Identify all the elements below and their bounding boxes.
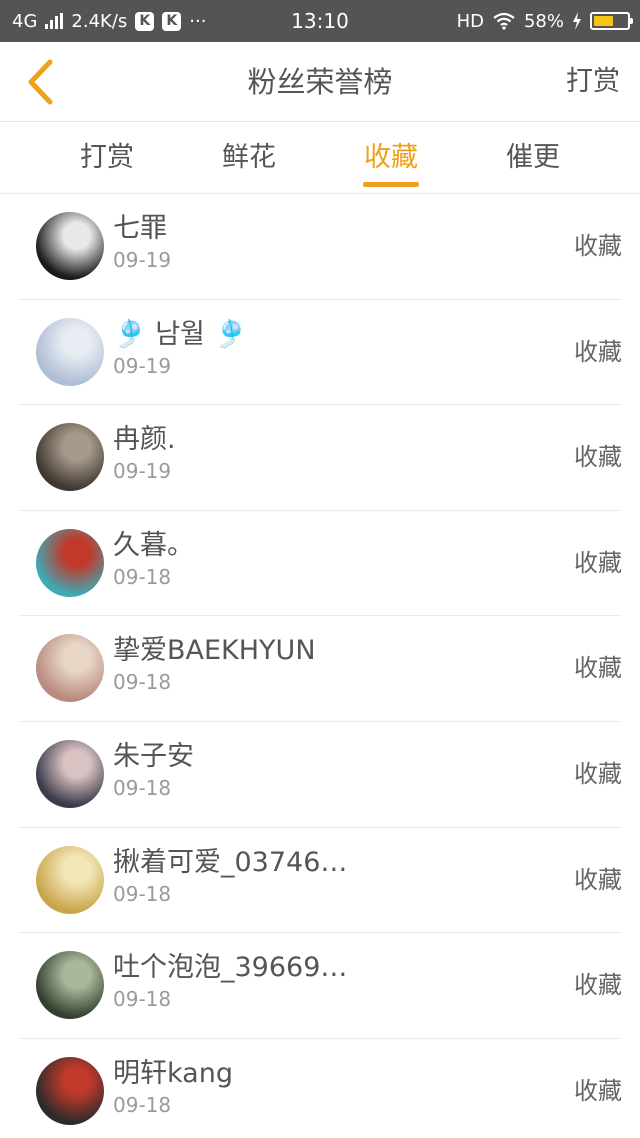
header: 粉丝荣誉榜 打赏 [0, 42, 640, 122]
action-label: 收藏 [574, 548, 622, 577]
action-label: 收藏 [574, 1076, 622, 1105]
reward-button[interactable]: 打赏 [566, 42, 620, 122]
more-notifications-icon: ··· [189, 10, 207, 32]
action-label: 收藏 [574, 865, 622, 894]
tab-label: 收藏 [364, 142, 418, 173]
action-label: 收藏 [574, 971, 622, 1000]
avatar[interactable] [36, 739, 104, 808]
status-right: HD 58% [456, 0, 633, 42]
action-label: 收藏 [574, 654, 622, 683]
date: 09-18 [113, 1092, 172, 1117]
date: 09-18 [113, 881, 172, 906]
user-name: 吐个泡泡_39669… [113, 952, 348, 984]
list-item[interactable]: 🎐 남월 🎐 09-19 收藏 [18, 300, 622, 406]
list-item[interactable]: 明轩kang 09-18 收藏 [18, 1039, 622, 1138]
date: 09-18 [113, 987, 172, 1012]
avatar[interactable] [36, 212, 104, 280]
avatar[interactable] [36, 1056, 104, 1125]
user-name: 明轩kang [113, 1057, 233, 1089]
network-speed: 2.4K/s [71, 10, 128, 32]
user-name: 🎐 남월 🎐 [113, 318, 248, 350]
date: 09-18 [113, 775, 172, 800]
status-bar: 4G 2.4K/s K K ··· 13:10 HD 58% [0, 0, 640, 42]
hd-indicator: HD [456, 10, 484, 32]
tab-urge-update[interactable]: 催更 [462, 122, 604, 193]
tab-reward[interactable]: 打赏 [36, 122, 178, 193]
tab-flowers[interactable]: 鲜花 [178, 122, 320, 193]
list-item[interactable]: 久暮。 09-18 收藏 [18, 511, 622, 617]
avatar[interactable] [36, 528, 104, 597]
user-name: 七罪 [113, 213, 167, 244]
battery-icon [590, 12, 633, 30]
tab-active-indicator [363, 182, 419, 187]
user-name: 久暮。 [113, 529, 194, 561]
list-item[interactable]: 揪着可爱_03746… 09-18 收藏 [18, 828, 622, 934]
tab-bar: 打赏 鲜花 收藏 催更 [0, 122, 640, 194]
avatar[interactable] [36, 317, 104, 386]
status-left: 4G 2.4K/s K K ··· [12, 0, 206, 42]
tab-label: 催更 [506, 142, 560, 173]
list-item[interactable]: 七罪 09-19 收藏 [18, 194, 622, 300]
k-app-icon: K [135, 11, 155, 31]
avatar[interactable] [36, 634, 104, 703]
network-type: 4G [12, 10, 38, 32]
wifi-icon [493, 12, 515, 30]
list-item[interactable]: 吐个泡泡_39669… 09-18 收藏 [18, 933, 622, 1039]
battery-percent: 58% [523, 10, 564, 32]
avatar[interactable] [36, 423, 104, 492]
date: 09-18 [113, 564, 172, 589]
date: 09-19 [113, 248, 172, 272]
fan-list: 七罪 09-19 收藏 🎐 남월 🎐 09-19 收藏 冉颜. 09-19 收藏 久暮。 09-18… [0, 194, 640, 1138]
action-label: 收藏 [574, 232, 622, 260]
list-item[interactable]: 挚爱BAEKHYUN 09-18 收藏 [18, 616, 622, 722]
avatar[interactable] [36, 951, 104, 1020]
charging-icon [573, 12, 581, 30]
tab-label: 鲜花 [222, 142, 276, 173]
user-name: 挚爱BAEKHYUN [113, 635, 316, 667]
action-label: 收藏 [574, 759, 622, 788]
action-label: 收藏 [574, 443, 622, 472]
list-item[interactable]: 朱子安 09-18 收藏 [18, 722, 622, 828]
page-title: 粉丝荣誉榜 [247, 65, 393, 99]
user-name: 冉颜. [113, 424, 176, 456]
signal-icon [45, 13, 64, 29]
k-app-icon: K [162, 11, 182, 31]
tab-favorites[interactable]: 收藏 [320, 122, 462, 193]
date: 09-19 [113, 459, 172, 484]
user-name: 朱子安 [113, 740, 194, 772]
tab-label: 打赏 [80, 142, 134, 173]
date: 09-19 [113, 353, 172, 378]
action-label: 收藏 [574, 337, 622, 366]
list-item[interactable]: 冉颜. 09-19 收藏 [18, 405, 622, 511]
date: 09-18 [113, 670, 172, 695]
avatar[interactable] [36, 845, 104, 914]
user-name: 揪着可爱_03746… [113, 846, 348, 878]
